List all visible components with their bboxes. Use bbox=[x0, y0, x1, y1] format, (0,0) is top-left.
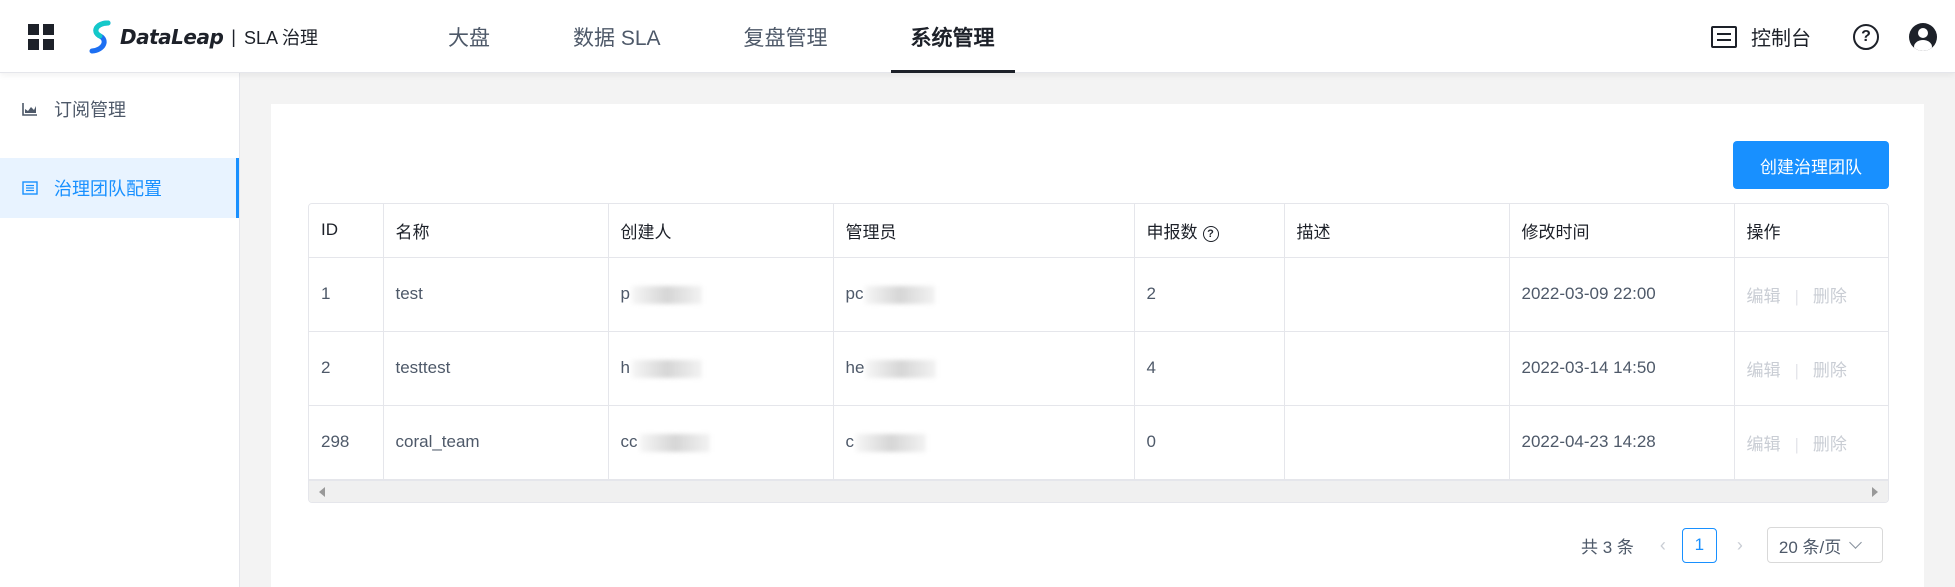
admin-text: pc bbox=[845, 284, 864, 303]
edit-link[interactable]: 编辑 bbox=[1747, 435, 1781, 454]
cell-admin: pc bbox=[833, 257, 1135, 332]
cell-name: coral_team bbox=[383, 405, 609, 480]
edit-link[interactable]: 编辑 bbox=[1747, 287, 1781, 306]
sidebar-item-label: 治理团队配置 bbox=[54, 179, 162, 199]
cell-creator: cc bbox=[608, 405, 834, 480]
cell-description bbox=[1284, 257, 1510, 332]
cell-name: test bbox=[383, 257, 609, 332]
admin-text: c bbox=[845, 432, 855, 451]
create-team-button[interactable]: 创建治理团队 bbox=[1733, 141, 1889, 189]
scroll-right-icon[interactable] bbox=[1872, 487, 1878, 497]
column-header-name[interactable]: 名称 bbox=[383, 204, 609, 258]
cell-reports: 4 bbox=[1134, 331, 1285, 406]
creator-text: h bbox=[620, 358, 630, 377]
column-header-admin[interactable]: 管理员 bbox=[833, 204, 1135, 258]
cell-id: 1 bbox=[309, 257, 384, 332]
page-number-current[interactable]: 1 bbox=[1681, 527, 1717, 563]
action-separator: | bbox=[1794, 286, 1799, 306]
sidebar-item-subscription[interactable]: 订阅管理 bbox=[0, 79, 239, 139]
cell-reports: 0 bbox=[1134, 405, 1285, 480]
page-size-value: 20 条/页 bbox=[1778, 537, 1842, 557]
cell-modified: 2022-04-23 14:28 bbox=[1509, 405, 1735, 480]
scroll-left-icon[interactable] bbox=[319, 487, 325, 497]
top-right-actions: 控制台 ? bbox=[1711, 0, 1937, 73]
console-link[interactable]: 控制台 bbox=[1711, 22, 1811, 51]
column-header-actions: 操作 bbox=[1734, 204, 1888, 258]
page-size-select[interactable]: 20 条/页 bbox=[1766, 527, 1883, 563]
chevron-down-icon bbox=[1849, 536, 1863, 549]
column-header-id[interactable]: ID bbox=[309, 204, 384, 258]
cell-modified: 2022-03-14 14:50 bbox=[1509, 331, 1735, 406]
cell-creator: p bbox=[608, 257, 834, 332]
list-icon bbox=[22, 181, 38, 195]
team-table: ID 名称 创建人 管理员 申报数? 描述 修改时间 操作 1 test p p… bbox=[308, 203, 1889, 503]
table-row: 298 coral_team cc c 0 2022-04-23 14:28 编… bbox=[309, 405, 1888, 480]
horizontal-scrollbar[interactable] bbox=[309, 480, 1888, 502]
console-label: 控制台 bbox=[1751, 28, 1811, 50]
nav-review-management[interactable]: 复盘管理 bbox=[724, 0, 848, 73]
column-header-reports[interactable]: 申报数? bbox=[1134, 204, 1285, 258]
action-separator: | bbox=[1794, 434, 1799, 454]
column-header-creator[interactable]: 创建人 bbox=[608, 204, 834, 258]
cell-admin: he bbox=[833, 331, 1135, 406]
column-header-reports-label: 申报数 bbox=[1146, 222, 1198, 242]
table-row: 2 testtest h he 4 2022-03-14 14:50 编辑 | 删除 bbox=[309, 331, 1888, 406]
table-header-row: ID 名称 创建人 管理员 申报数? 描述 修改时间 操作 bbox=[309, 204, 1888, 258]
nav-dashboard[interactable]: 大盘 bbox=[428, 0, 510, 73]
delete-link[interactable]: 删除 bbox=[1813, 435, 1847, 454]
cell-admin: c bbox=[833, 405, 1135, 480]
cell-modified: 2022-03-09 22:00 bbox=[1509, 257, 1735, 332]
pagination: 共 3 条 ‹ 1 › 20 条/页 bbox=[1581, 526, 1883, 564]
top-bar: DataLeap | SLA 治理 大盘 数据 SLA 复盘管理 系统管理 控制… bbox=[0, 0, 1955, 73]
sidebar-item-label: 订阅管理 bbox=[54, 100, 126, 120]
sidebar-item-team-config[interactable]: 治理团队配置 bbox=[0, 158, 239, 218]
content-card: 创建治理团队 ID 名称 创建人 管理员 申报数? 描述 修改时间 操作 1 t… bbox=[271, 104, 1924, 587]
redacted-blur bbox=[866, 359, 937, 378]
table-row: 1 test p pc 2 2022-03-09 22:00 编辑 | 删除 bbox=[309, 257, 1888, 332]
cell-creator: h bbox=[608, 331, 834, 406]
edit-link[interactable]: 编辑 bbox=[1747, 361, 1781, 380]
redacted-blur bbox=[639, 433, 710, 452]
delete-link[interactable]: 删除 bbox=[1813, 361, 1847, 380]
total-count: 共 3 条 bbox=[1581, 537, 1634, 557]
cell-description bbox=[1284, 405, 1510, 480]
cell-id: 2 bbox=[309, 331, 384, 406]
cell-reports: 2 bbox=[1134, 257, 1285, 332]
cell-description bbox=[1284, 331, 1510, 406]
nav-data-sla[interactable]: 数据 SLA bbox=[553, 0, 681, 73]
main-nav: 大盘 数据 SLA 复盘管理 系统管理 bbox=[428, 0, 1058, 73]
redacted-blur bbox=[856, 433, 926, 452]
chevron-right-icon[interactable]: › bbox=[1733, 535, 1747, 555]
sidebar: 订阅管理 治理团队配置 bbox=[0, 73, 240, 587]
logo-subtitle: SLA 治理 bbox=[243, 28, 318, 48]
chevron-left-icon[interactable]: ‹ bbox=[1656, 535, 1670, 555]
cell-actions: 编辑 | 删除 bbox=[1734, 331, 1888, 406]
creator-text: cc bbox=[620, 432, 638, 451]
console-icon bbox=[1711, 25, 1737, 48]
logo-separator: | bbox=[231, 26, 236, 47]
dataleap-logo-icon bbox=[89, 20, 111, 54]
cell-name: testtest bbox=[383, 331, 609, 406]
logo-text: DataLeap bbox=[120, 25, 224, 49]
apps-grid-icon[interactable] bbox=[28, 24, 54, 50]
question-circle-icon[interactable]: ? bbox=[1202, 225, 1219, 242]
admin-text: he bbox=[845, 358, 865, 377]
column-header-description[interactable]: 描述 bbox=[1284, 204, 1510, 258]
logo[interactable]: DataLeap | SLA 治理 bbox=[88, 20, 318, 54]
nav-system-management[interactable]: 系统管理 bbox=[890, 0, 1015, 73]
help-icon[interactable]: ? bbox=[1853, 23, 1879, 50]
cell-id: 298 bbox=[309, 405, 384, 480]
creator-text: p bbox=[620, 284, 630, 303]
column-header-modified[interactable]: 修改时间 bbox=[1509, 204, 1735, 258]
action-separator: | bbox=[1794, 360, 1799, 380]
user-avatar-icon[interactable] bbox=[1909, 22, 1937, 51]
delete-link[interactable]: 删除 bbox=[1813, 287, 1847, 306]
cell-actions: 编辑 | 删除 bbox=[1734, 405, 1888, 480]
redacted-blur bbox=[631, 285, 702, 304]
redacted-blur bbox=[631, 359, 702, 378]
cell-actions: 编辑 | 删除 bbox=[1734, 257, 1888, 332]
chart-icon bbox=[22, 103, 37, 116]
redacted-blur bbox=[865, 285, 936, 304]
